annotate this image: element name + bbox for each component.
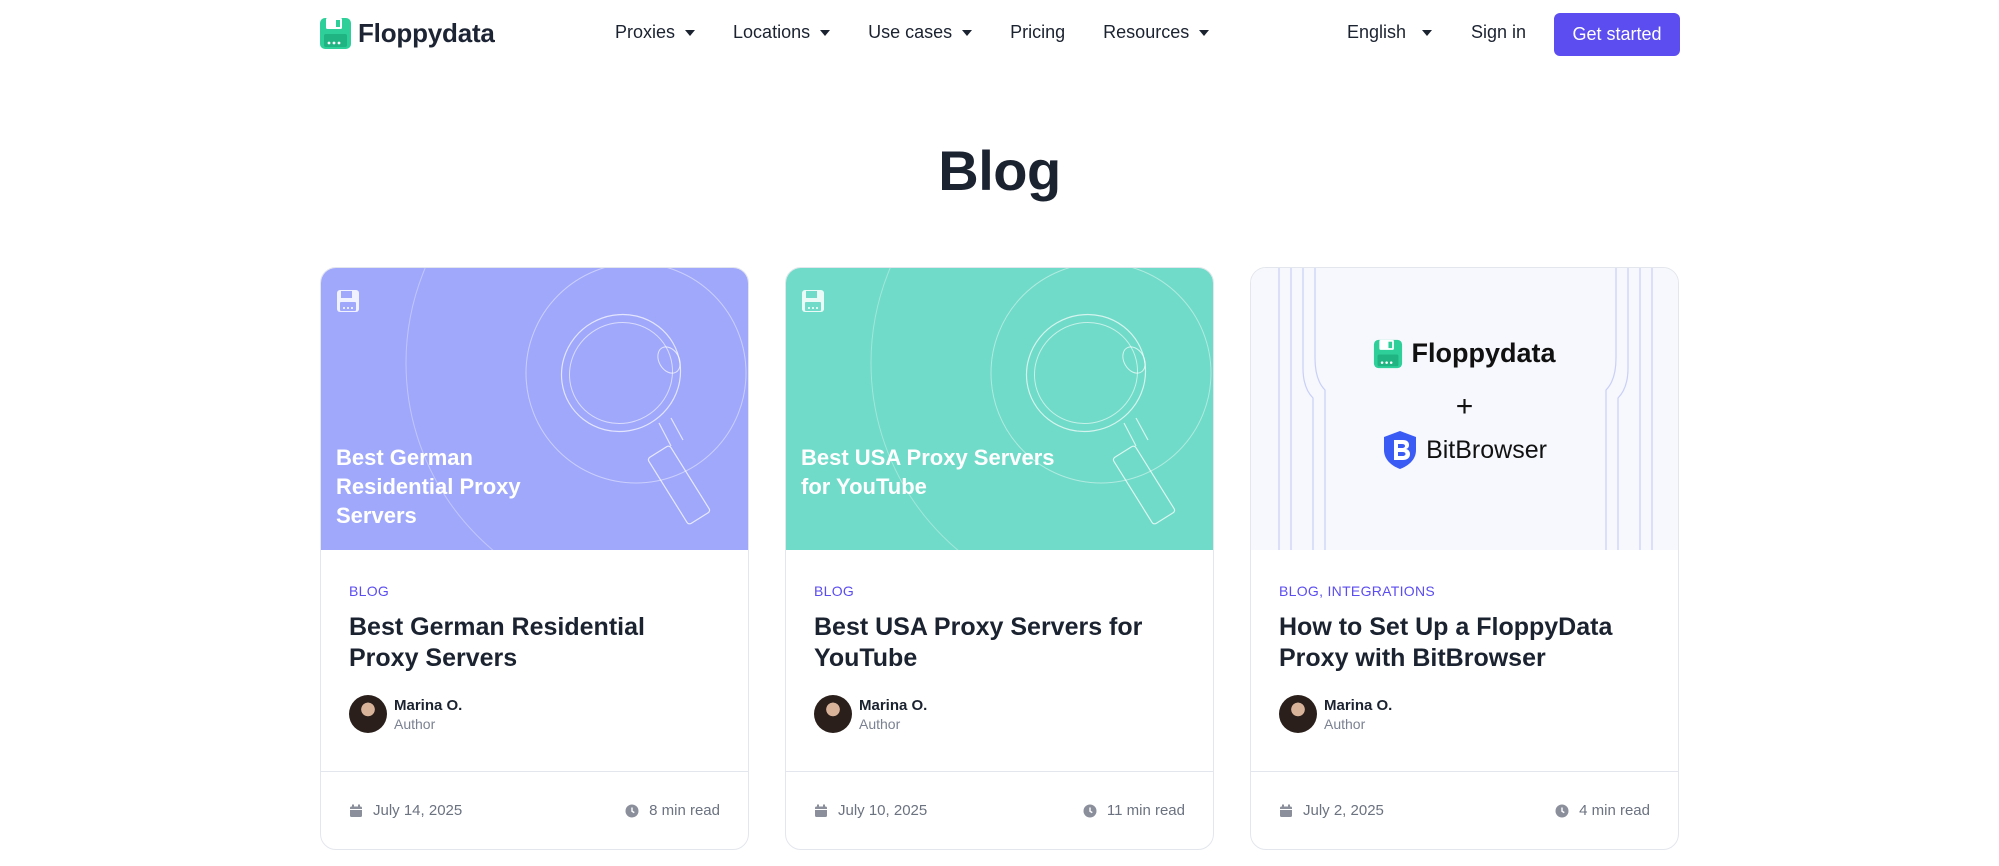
floppy-disk-icon (1374, 339, 1403, 368)
date-text: July 14, 2025 (373, 802, 463, 819)
blog-card[interactable]: Best German Residential Proxy Servers BL… (320, 267, 749, 850)
clock-icon (1083, 804, 1097, 817)
menu-item-label: Pricing (1010, 22, 1066, 42)
menu-item-label: Proxies (615, 22, 676, 42)
date-text: July 10, 2025 (838, 802, 928, 819)
card-title[interactable]: How to Set Up a FloppyData Proxy with Bi… (1279, 612, 1650, 674)
avatar (814, 695, 852, 733)
sign-in-link[interactable]: Sign in (1471, 22, 1526, 43)
clock-icon (1555, 804, 1569, 817)
caret-down-icon (962, 29, 973, 36)
read-time-text: 8 min read (649, 802, 720, 819)
menu-item-locations[interactable]: Locations (733, 22, 831, 43)
card-footer: July 2, 2025 4 min read (1251, 771, 1678, 849)
blog-card[interactable]: Best USA Proxy Servers for YouTube BLOG … (785, 267, 1214, 850)
menu-item-label: Resources (1103, 22, 1190, 42)
author-role: Author (859, 715, 901, 732)
menu-item-proxies[interactable]: Proxies (615, 22, 696, 43)
read-time: 4 min read (1555, 802, 1650, 819)
magnifier-decoration (870, 268, 1212, 550)
card-body: BLOG Best USA Proxy Servers for YouTube … (786, 550, 1213, 770)
floppy-disk-icon (337, 290, 359, 312)
avatar (1279, 695, 1317, 733)
author-role: Author (1324, 715, 1366, 732)
bitbrowser-logo: BitBrowser (1251, 430, 1678, 470)
card-body: BLOG Best German Residential Proxy Serve… (321, 550, 748, 770)
calendar-icon (1280, 804, 1292, 817)
card-cover-image: Best USA Proxy Servers for YouTube (786, 268, 1213, 550)
author-info: Marina O. Author (814, 695, 927, 733)
language-label: English (1347, 22, 1407, 42)
card-footer: July 14, 2025 8 min read (321, 771, 748, 849)
calendar-icon (815, 804, 827, 817)
date-text: July 2, 2025 (1303, 802, 1384, 819)
bitbrowser-shield-icon (1384, 431, 1417, 469)
post-date: July 2, 2025 (1279, 802, 1384, 819)
author-name: Marina O. (1324, 696, 1393, 714)
read-time: 11 min read (1083, 802, 1185, 819)
category-tag[interactable]: BLOG, INTEGRATIONS (1279, 583, 1650, 599)
caret-down-icon (685, 29, 696, 36)
get-started-button[interactable]: Get started (1554, 13, 1680, 56)
author-name: Marina O. (394, 696, 463, 714)
card-cover-image: Best German Residential Proxy Servers (321, 268, 748, 550)
card-cover-image: Floppydata + BitBrowser (1251, 268, 1678, 550)
language-selector[interactable]: English (1347, 22, 1433, 43)
card-title[interactable]: Best USA Proxy Servers for YouTube (814, 612, 1185, 674)
calendar-icon (350, 804, 362, 817)
blog-card[interactable]: Floppydata + BitBrowser BLOG, INTEGRATIO… (1250, 267, 1679, 850)
card-title[interactable]: Best German Residential Proxy Servers (349, 612, 720, 674)
menu-item-pricing[interactable]: Pricing (1010, 22, 1065, 43)
post-date: July 14, 2025 (349, 802, 462, 819)
plus-sign: + (1455, 390, 1474, 423)
category-tag[interactable]: BLOG (814, 583, 1185, 599)
menu-item-use-cases[interactable]: Use cases (868, 22, 973, 43)
brand-logo[interactable]: Floppydata (319, 17, 495, 50)
cover-title: Best German Residential Proxy Servers (336, 445, 521, 528)
caret-down-icon (820, 29, 831, 36)
author-role: Author (394, 715, 436, 732)
menu-item-label: Use cases (868, 22, 953, 42)
cover-title: Best USA Proxy Servers for YouTube (801, 445, 1055, 499)
read-time-text: 11 min read (1106, 802, 1185, 819)
read-time: 8 min read (625, 802, 720, 819)
floppydata-logo: Floppydata (1251, 338, 1678, 369)
floppy-disk-icon (320, 18, 351, 49)
clock-icon (625, 804, 639, 817)
menu-item-resources[interactable]: Resources (1103, 22, 1210, 43)
top-navigation: Floppydata Proxies Locations Use cases P… (0, 0, 1999, 68)
author-name: Marina O. (859, 696, 928, 714)
partner-name-b: BitBrowser (1426, 435, 1547, 464)
post-date: July 10, 2025 (814, 802, 927, 819)
main-menu: Proxies Locations Use cases Pricing Reso… (615, 22, 1210, 43)
caret-down-icon (1422, 29, 1433, 36)
page-title: Blog (938, 139, 1061, 202)
card-footer: July 10, 2025 11 min read (786, 771, 1213, 849)
card-body: BLOG, INTEGRATIONS How to Set Up a Flopp… (1251, 550, 1678, 770)
brand-name: Floppydata (358, 18, 495, 48)
author-info: Marina O. Author (349, 695, 462, 733)
category-tag[interactable]: BLOG (349, 583, 720, 599)
read-time-text: 4 min read (1579, 802, 1650, 819)
avatar (349, 695, 387, 733)
floppy-disk-icon (802, 290, 824, 312)
partner-name-a: Floppydata (1411, 338, 1556, 368)
caret-down-icon (1199, 29, 1210, 36)
author-info: Marina O. Author (1279, 695, 1392, 733)
menu-item-label: Locations (733, 22, 811, 42)
